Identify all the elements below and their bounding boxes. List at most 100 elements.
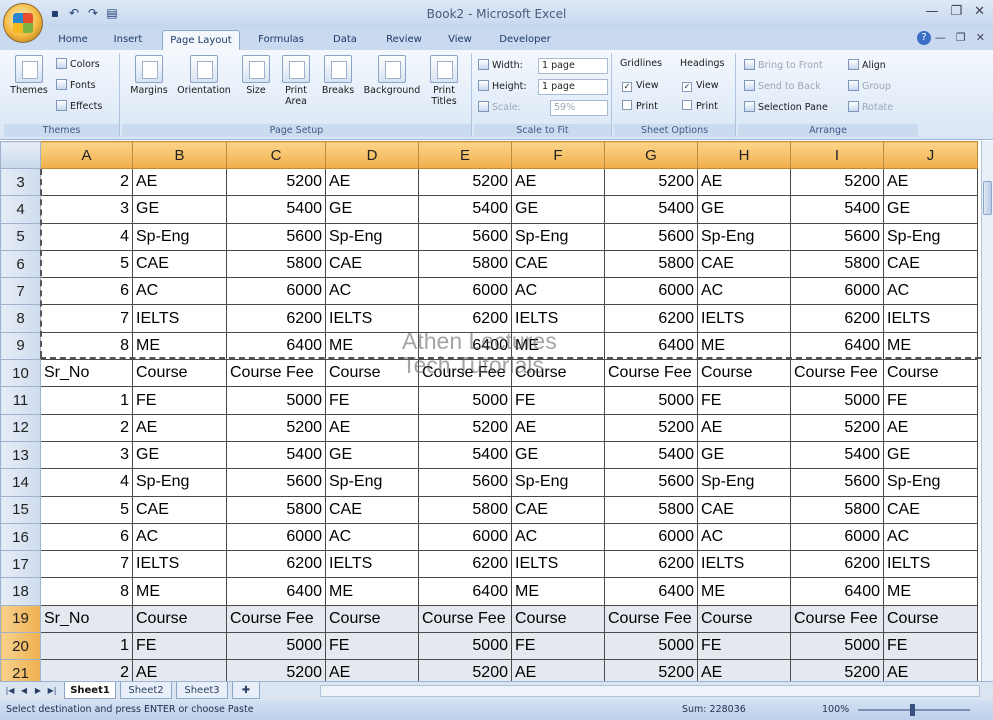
cell-H20[interactable]: FE <box>697 632 791 661</box>
cell-H15[interactable]: CAE <box>697 495 791 524</box>
tab-insert[interactable]: Insert <box>104 30 152 50</box>
cell-H7[interactable]: AC <box>697 277 791 306</box>
first-sheet-icon[interactable]: |◀ <box>4 685 16 697</box>
cell-H9[interactable]: ME <box>697 331 791 361</box>
cell-F4[interactable]: GE <box>511 195 605 224</box>
column-header-F[interactable]: F <box>511 141 605 169</box>
cell-G3[interactable]: 5200 <box>604 167 698 197</box>
sheet-tab-sheet2[interactable]: Sheet2 <box>120 682 172 699</box>
cell-F21[interactable]: AE <box>511 659 605 681</box>
row-header[interactable]: 13 <box>0 440 41 470</box>
cell-D3[interactable]: AE <box>325 167 419 197</box>
cell-F7[interactable]: AC <box>511 277 605 306</box>
cell-G5[interactable]: 5600 <box>604 222 698 251</box>
cell-G6[interactable]: 5800 <box>604 249 698 279</box>
cell-H10[interactable]: Course <box>697 359 791 388</box>
effects-button[interactable]: Effects <box>56 99 102 115</box>
row-header[interactable]: 20 <box>0 632 41 661</box>
cell-I18[interactable]: 6400 <box>790 577 884 606</box>
cell-I20[interactable]: 5000 <box>790 632 884 661</box>
cell-C20[interactable]: 5000 <box>226 632 326 661</box>
tab-review[interactable]: Review <box>378 30 430 50</box>
row-header[interactable]: 10 <box>0 359 41 388</box>
cell-C9[interactable]: 6400 <box>226 331 326 361</box>
sheet-tab-sheet1[interactable]: Sheet1 <box>64 682 116 699</box>
tab-data[interactable]: Data <box>322 30 368 50</box>
cell-G4[interactable]: 5400 <box>604 195 698 224</box>
cell-D20[interactable]: FE <box>325 632 419 661</box>
cell-C4[interactable]: 5400 <box>226 195 326 224</box>
cell-C17[interactable]: 6200 <box>226 550 326 579</box>
cell-J16[interactable]: AC <box>883 522 978 552</box>
cell-F5[interactable]: Sp-Eng <box>511 222 605 251</box>
fonts-button[interactable]: Fonts <box>56 78 96 94</box>
cell-I13[interactable]: 5400 <box>790 440 884 470</box>
cell-I19[interactable]: Course Fee <box>790 604 884 634</box>
cell-J8[interactable]: IELTS <box>883 304 978 333</box>
cell-E4[interactable]: 5400 <box>418 195 512 224</box>
cell-A21[interactable]: 2 <box>40 659 133 681</box>
margins-button[interactable]: Margins <box>126 55 172 96</box>
headings-print-checkbox[interactable]: Print <box>682 99 718 115</box>
cell-E13[interactable]: 5400 <box>418 440 512 470</box>
cell-C19[interactable]: Course Fee <box>226 604 326 634</box>
cell-C16[interactable]: 6000 <box>226 522 326 552</box>
print-area-button[interactable]: Print Area <box>276 55 316 107</box>
cell-I10[interactable]: Course Fee <box>790 359 884 388</box>
cell-G17[interactable]: 6200 <box>604 550 698 579</box>
cell-F6[interactable]: CAE <box>511 249 605 279</box>
column-header-J[interactable]: J <box>883 141 978 169</box>
cell-I17[interactable]: 6200 <box>790 550 884 579</box>
cell-A13[interactable]: 3 <box>40 440 133 470</box>
cell-D12[interactable]: AE <box>325 413 419 442</box>
cell-J20[interactable]: FE <box>883 632 978 661</box>
insert-sheet-icon[interactable]: ✚ <box>232 682 260 699</box>
cell-J10[interactable]: Course <box>883 359 978 388</box>
cell-B21[interactable]: AE <box>132 659 227 681</box>
cell-A16[interactable]: 6 <box>40 522 133 552</box>
row-header[interactable]: 14 <box>0 468 41 497</box>
cell-E12[interactable]: 5200 <box>418 413 512 442</box>
tab-formulas[interactable]: Formulas <box>250 30 312 50</box>
column-header-H[interactable]: H <box>697 141 791 169</box>
cell-D16[interactable]: AC <box>325 522 419 552</box>
cell-G14[interactable]: 5600 <box>604 468 698 497</box>
column-header-E[interactable]: E <box>418 141 512 169</box>
cell-D13[interactable]: GE <box>325 440 419 470</box>
cell-F20[interactable]: FE <box>511 632 605 661</box>
background-button[interactable]: Background <box>360 55 424 96</box>
cell-G20[interactable]: 5000 <box>604 632 698 661</box>
cell-J6[interactable]: CAE <box>883 249 978 279</box>
bring-to-front-button[interactable]: Bring to Front <box>744 58 823 74</box>
cell-E7[interactable]: 6000 <box>418 277 512 306</box>
cell-G15[interactable]: 5800 <box>604 495 698 524</box>
cell-B4[interactable]: GE <box>132 195 227 224</box>
cell-B8[interactable]: IELTS <box>132 304 227 333</box>
cell-H17[interactable]: IELTS <box>697 550 791 579</box>
cell-A7[interactable]: 6 <box>40 277 133 306</box>
cell-B19[interactable]: Course <box>132 604 227 634</box>
cell-I7[interactable]: 6000 <box>790 277 884 306</box>
cell-D17[interactable]: IELTS <box>325 550 419 579</box>
cell-H12[interactable]: AE <box>697 413 791 442</box>
cell-C5[interactable]: 5600 <box>226 222 326 251</box>
cell-I14[interactable]: 5600 <box>790 468 884 497</box>
cell-B3[interactable]: AE <box>132 167 227 197</box>
rotate-button[interactable]: Rotate <box>848 100 893 116</box>
row-header[interactable]: 4 <box>0 195 41 224</box>
cell-A12[interactable]: 2 <box>40 413 133 442</box>
cell-C10[interactable]: Course Fee <box>226 359 326 388</box>
cell-J14[interactable]: Sp-Eng <box>883 468 978 497</box>
cell-H8[interactable]: IELTS <box>697 304 791 333</box>
cell-F11[interactable]: FE <box>511 386 605 415</box>
cell-A5[interactable]: 4 <box>40 222 133 251</box>
cell-C13[interactable]: 5400 <box>226 440 326 470</box>
size-button[interactable]: Size <box>238 55 274 96</box>
gridlines-print-checkbox[interactable]: Print <box>622 99 658 115</box>
row-header[interactable]: 11 <box>0 386 41 415</box>
prev-sheet-icon[interactable]: ◀ <box>18 685 30 697</box>
orientation-button[interactable]: Orientation <box>174 55 234 96</box>
cell-H19[interactable]: Course <box>697 604 791 634</box>
cell-B6[interactable]: CAE <box>132 249 227 279</box>
print-titles-button[interactable]: Print Titles <box>426 55 462 107</box>
